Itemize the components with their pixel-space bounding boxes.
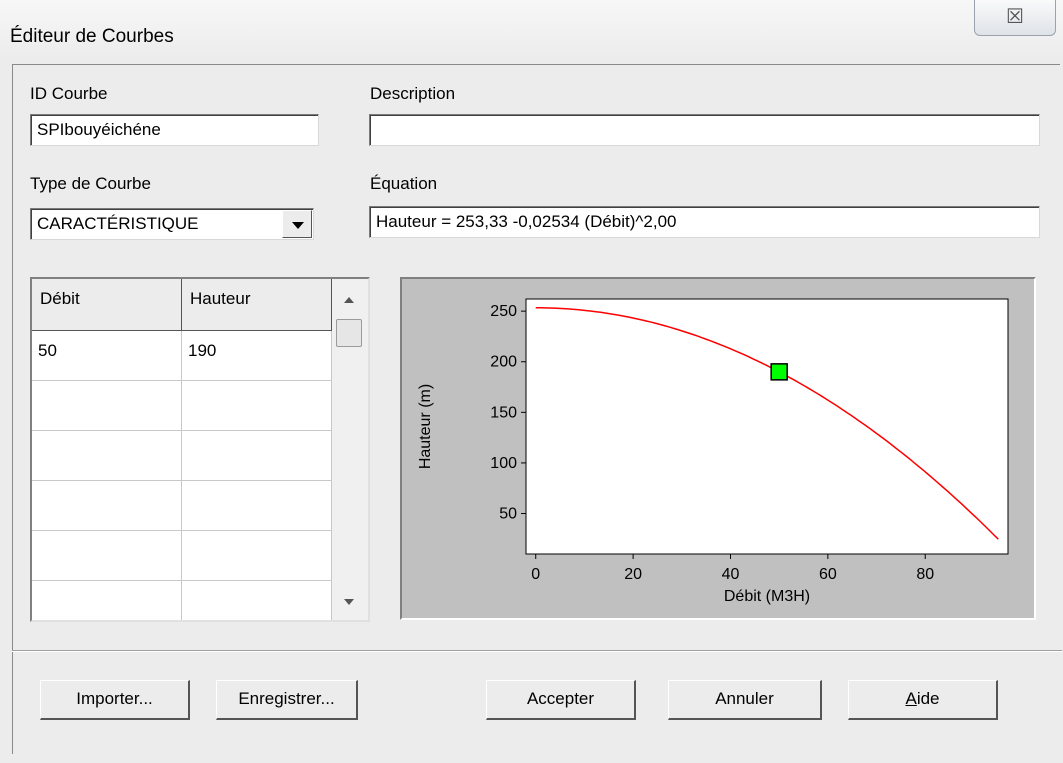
column-header-debit[interactable]: Débit [32, 279, 182, 331]
y-tick-label: 150 [490, 404, 517, 421]
grid-cell[interactable] [182, 531, 332, 581]
y-tick-label: 50 [499, 506, 517, 523]
dropdown-button[interactable] [282, 210, 312, 238]
type-label: Type de Courbe [30, 174, 151, 193]
curve-editor-dialog: Éditeur de Courbes ☒ ID Courbe SPIbouyéi… [0, 0, 1063, 763]
grid-cell[interactable] [32, 481, 182, 531]
y-axis-label: Hauteur (m) [417, 384, 434, 469]
equation-label: Équation [370, 174, 438, 193]
accept-button[interactable]: Accepter [486, 680, 636, 720]
x-tick-label: 40 [722, 566, 740, 583]
grid-cell[interactable] [32, 381, 182, 431]
save-button[interactable]: Enregistrer... [216, 680, 358, 720]
x-tick-label: 80 [916, 566, 934, 583]
help-button[interactable]: Aide [848, 680, 998, 720]
plot-area [525, 298, 1009, 555]
x-tick-label: 20 [624, 566, 642, 583]
scroll-thumb[interactable] [336, 319, 362, 347]
grid-cell[interactable] [32, 531, 182, 581]
grid-cell[interactable] [182, 581, 332, 620]
close-button[interactable]: ☒ [974, 0, 1056, 36]
equation-field: Hauteur = 253,33 -0,02534 (Débit)^2,00 [369, 206, 1040, 238]
chart-panel: 0 20 40 60 80 50 100 150 200 250 Débit (M3H) Hauteu… [400, 277, 1036, 620]
column-header-hauteur[interactable]: Hauteur [182, 279, 332, 331]
grid-cell[interactable] [182, 431, 332, 481]
x-axis-label: Débit (M3H) [724, 588, 810, 605]
y-tick-label: 100 [490, 455, 517, 472]
dialog-title: Éditeur de Courbes [10, 26, 174, 47]
close-icon: ☒ [1006, 6, 1024, 28]
x-tick-label: 60 [819, 566, 837, 583]
id-label: ID Courbe [30, 84, 108, 103]
grid-cell[interactable]: 190 [182, 331, 332, 381]
vertical-scrollbar[interactable] [332, 279, 368, 620]
pump-curve-chart: 0 20 40 60 80 50 100 150 200 250 Débit (M3H) Hauteu… [417, 298, 1009, 605]
scroll-down-icon[interactable] [344, 599, 354, 605]
cancel-button[interactable]: Annuler [668, 680, 822, 720]
button-separator [12, 650, 1062, 652]
title-bar: Éditeur de Courbes ☒ [0, 0, 1063, 60]
grid-cell[interactable]: 50 [32, 331, 182, 381]
grid-cell[interactable] [32, 581, 182, 620]
description-label: Description [370, 84, 456, 103]
scroll-up-icon[interactable] [344, 297, 354, 303]
grid-cell[interactable] [182, 381, 332, 431]
data-grid[interactable]: Débit Hauteur 50 190 [30, 277, 370, 622]
description-field[interactable] [369, 114, 1040, 146]
y-tick-label: 200 [490, 354, 517, 371]
curve-type-select[interactable]: CARACTÉRISTIQUE [30, 208, 314, 240]
import-button[interactable]: Importer... [40, 680, 190, 720]
grid-cell[interactable] [32, 431, 182, 481]
chevron-down-icon [292, 222, 304, 229]
help-accelerator: A [905, 689, 917, 708]
y-tick-label: 250 [490, 303, 517, 320]
help-label: ide [916, 689, 940, 708]
id-field[interactable]: SPIbouyéichéne [30, 114, 319, 146]
x-tick-label: 0 [531, 566, 540, 583]
data-point [770, 363, 788, 381]
grid-cell[interactable] [182, 481, 332, 531]
